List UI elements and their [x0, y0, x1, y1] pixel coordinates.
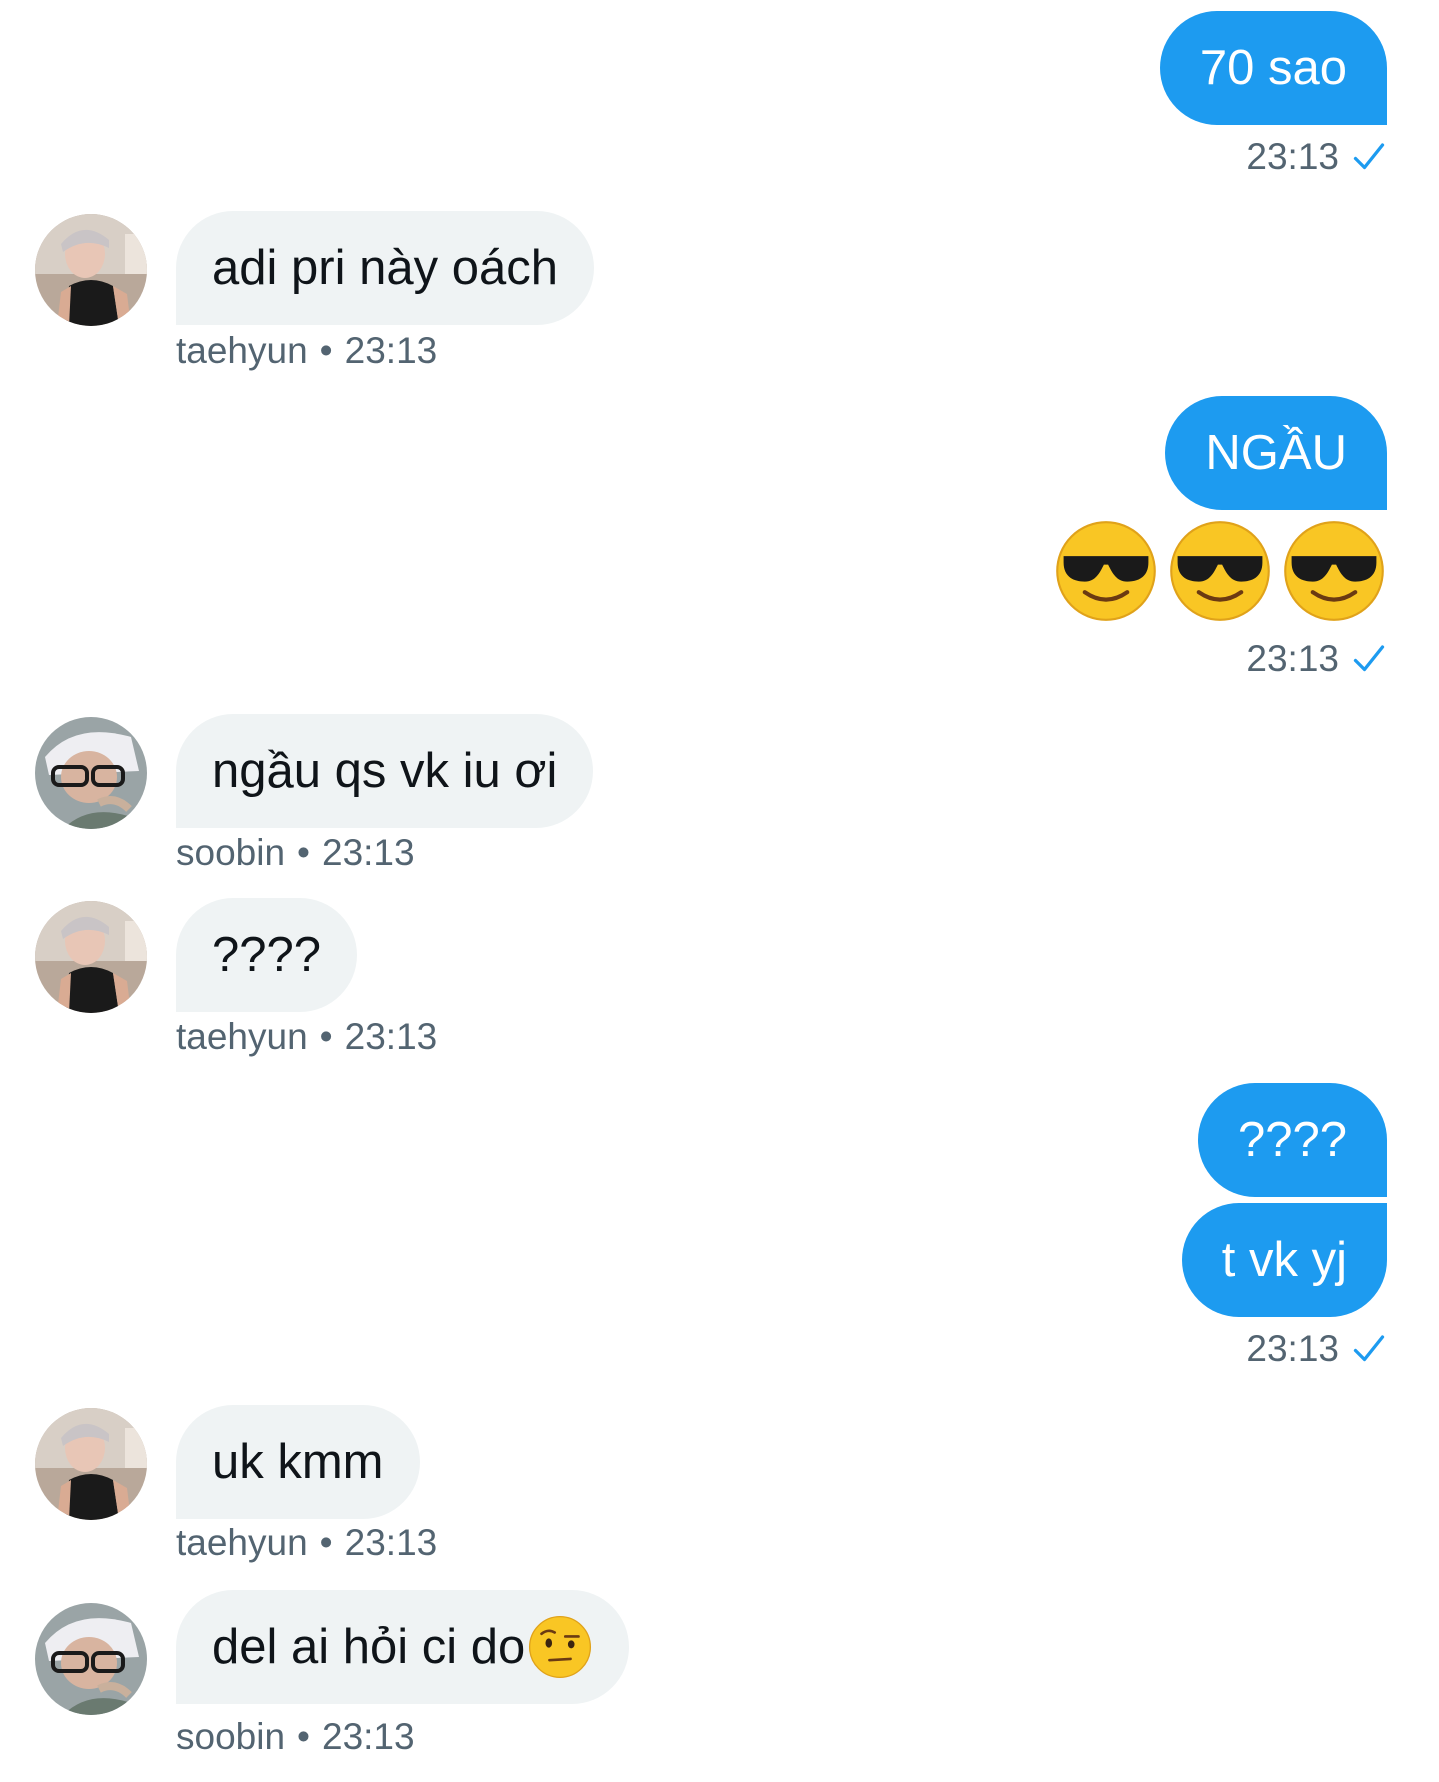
incoming-message-bubble[interactable]: ngầu qs vk iu ơi — [176, 714, 594, 828]
message-timestamp: 23:13 — [1246, 638, 1387, 680]
incoming-message-bubble[interactable]: uk kmm — [176, 1405, 420, 1519]
separator-dot: • — [319, 1016, 333, 1057]
sender-name: taehyun — [176, 1016, 308, 1057]
timestamp-text: 23:13 — [344, 330, 438, 371]
sender-name: taehyun — [176, 1522, 308, 1563]
avatar[interactable] — [35, 1603, 147, 1715]
message-text: del ai hỏi ci do — [212, 1619, 526, 1674]
message-meta: taehyun • 23:13 — [176, 330, 437, 372]
message-timestamp: 23:13 — [1246, 136, 1387, 178]
separator-dot: • — [297, 1716, 310, 1757]
sender-name: soobin — [176, 832, 286, 873]
message-text: uk kmm — [212, 1434, 384, 1489]
separator-dot: • — [297, 832, 310, 873]
timestamp-text: 23:13 — [322, 832, 415, 873]
avatar[interactable] — [35, 901, 147, 1013]
message-meta: taehyun • 23:13 — [176, 1522, 437, 1564]
message-meta: soobin • 23:13 — [176, 1716, 415, 1758]
incoming-message-bubble[interactable]: adi pri này oách — [176, 211, 594, 325]
timestamp-text: 23:13 — [344, 1016, 438, 1057]
message-timestamp: 23:13 — [1246, 1328, 1387, 1370]
avatar[interactable] — [35, 214, 147, 326]
emoji-message[interactable] — [1053, 518, 1387, 624]
outgoing-message-bubble[interactable]: 70 sao — [1159, 11, 1387, 125]
sender-name: soobin — [176, 1716, 286, 1757]
separator-dot: • — [319, 1522, 333, 1563]
conversation-thread: 70 sao 23:13 adi pri này oách taehyun • 23… — [0, 0, 1439, 1782]
message-text: ???? — [212, 927, 322, 982]
timestamp-text: 23:13 — [322, 1716, 415, 1757]
timestamp-text: 23:13 — [344, 1522, 438, 1563]
avatar[interactable] — [35, 717, 147, 829]
sunglasses-emoji-icon — [1053, 518, 1159, 624]
message-text: NGẦU — [1205, 425, 1347, 480]
message-text: adi pri này oách — [212, 240, 558, 295]
sunglasses-emoji-icon — [1167, 518, 1273, 624]
message-meta: soobin • 23:13 — [176, 832, 415, 874]
timestamp-text: 23:13 — [1246, 136, 1339, 177]
separator-dot: • — [319, 330, 333, 371]
message-text: t vk yj — [1221, 1232, 1347, 1287]
message-text: 70 sao — [1199, 40, 1347, 95]
timestamp-text: 23:13 — [1246, 1328, 1339, 1369]
check-icon — [1351, 139, 1387, 175]
outgoing-message-bubble[interactable]: NGẦU — [1165, 396, 1387, 510]
incoming-message-bubble[interactable]: ???? — [176, 898, 358, 1012]
sunglasses-emoji-icon — [1281, 518, 1387, 624]
check-icon — [1351, 641, 1387, 677]
outgoing-message-bubble[interactable]: t vk yj — [1181, 1203, 1387, 1317]
check-icon — [1351, 1331, 1387, 1367]
message-text: ???? — [1237, 1112, 1347, 1167]
message-text: ngầu qs vk iu ơi — [212, 743, 558, 798]
incoming-message-bubble[interactable]: del ai hỏi ci do — [176, 1590, 630, 1704]
outgoing-message-bubble[interactable]: ???? — [1197, 1083, 1387, 1197]
message-meta: taehyun • 23:13 — [176, 1016, 437, 1058]
avatar[interactable] — [35, 1408, 147, 1520]
sender-name: taehyun — [176, 330, 308, 371]
raised-eyebrow-emoji-icon — [527, 1614, 593, 1680]
timestamp-text: 23:13 — [1246, 638, 1339, 679]
